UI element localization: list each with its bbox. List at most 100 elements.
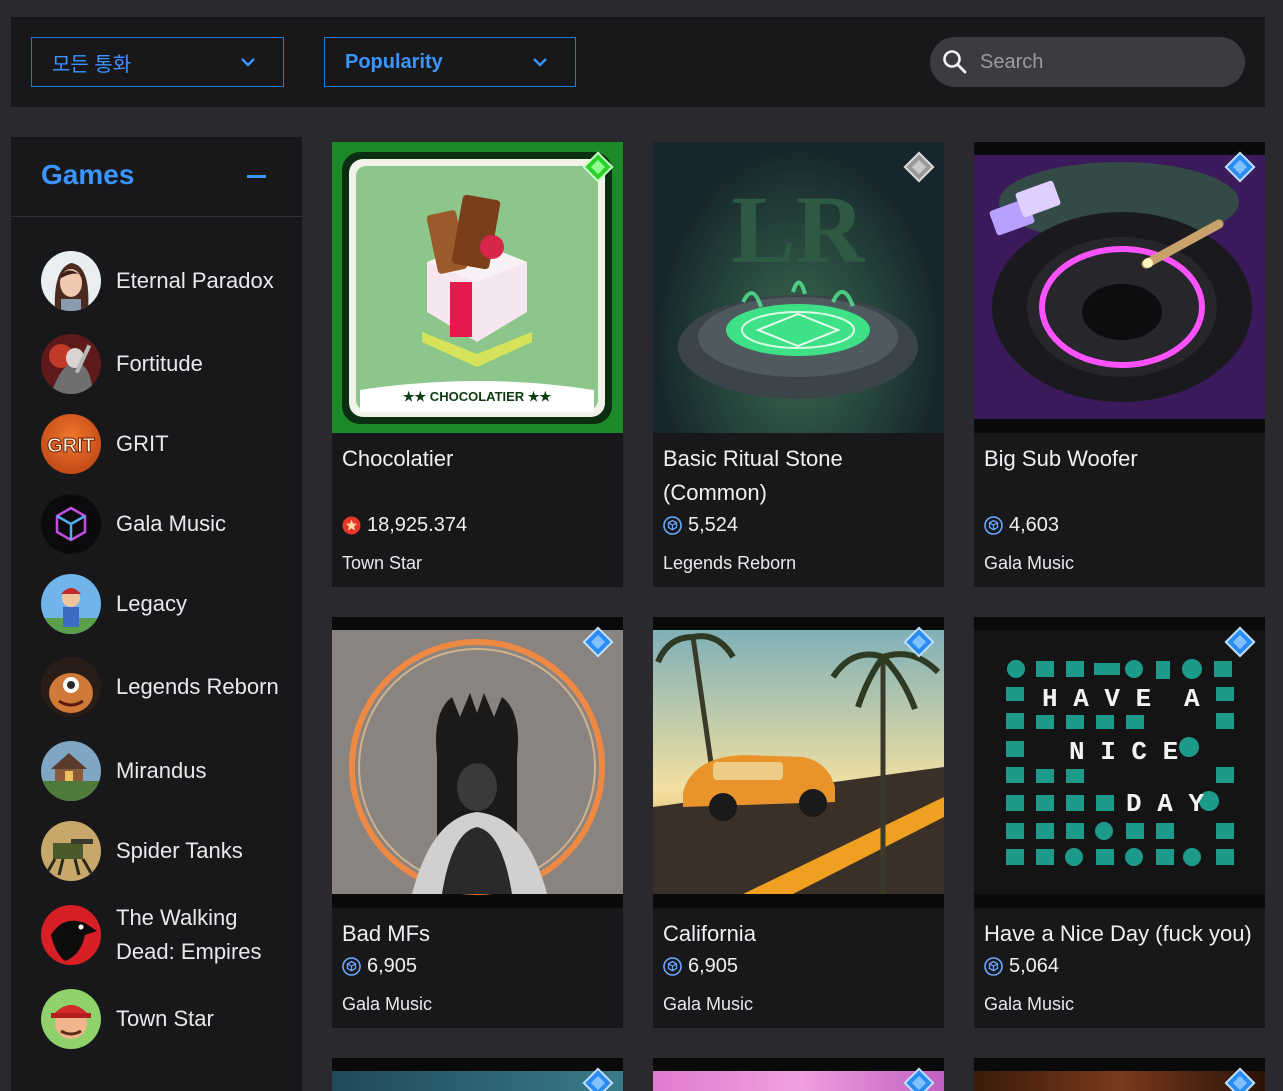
card-price: 18,925.374 — [342, 514, 467, 537]
chevron-down-icon — [241, 58, 255, 67]
card-price: 6,905 — [342, 955, 417, 978]
card-title: Bad MFs — [342, 921, 431, 946]
townstar-coin-icon — [342, 516, 361, 535]
bad-mfs-thumbnail — [332, 617, 623, 908]
rarity-gem-icon — [1224, 151, 1256, 183]
sidebar-item-label: Eternal Paradox — [116, 268, 274, 293]
gala-coin-icon — [984, 516, 1003, 535]
nft-card-row3-2[interactable] — [653, 1058, 944, 1091]
sidebar-item-label: Spider Tanks — [116, 838, 243, 863]
gala-music-avatar — [41, 494, 101, 554]
card-game-name: Gala Music — [342, 994, 433, 1014]
card-game-name: Gala Music — [984, 994, 1075, 1014]
gala-coin-icon — [663, 516, 682, 535]
currency-filter-select[interactable]: 모든 통화 — [31, 37, 284, 87]
sidebar-item-legacy[interactable]: Legacy — [11, 569, 302, 639]
gala-coin-icon — [663, 957, 682, 976]
have-a-nice-day-thumbnail: H A V E A N I C E D A Y — [974, 617, 1265, 908]
search-input[interactable] — [980, 50, 1220, 74]
chocolatier-banner-text: ★★ CHOCOLATIER ★★ — [403, 389, 552, 404]
sidebar-item-label: The Walking Dead: Empires — [116, 905, 262, 964]
rarity-gem-icon — [903, 1067, 935, 1091]
card-price: 5,524 — [663, 514, 738, 537]
sidebar-item-label: Fortitude — [116, 351, 203, 376]
rarity-gem-icon — [582, 151, 614, 183]
sidebar-item-label: Legends Reborn — [116, 674, 279, 699]
nft-card-row3-3[interactable] — [974, 1058, 1265, 1091]
eternal-paradox-avatar — [41, 251, 101, 311]
rarity-gem-icon — [582, 1067, 614, 1091]
search-box — [930, 37, 1245, 87]
sidebar-item-label: GRIT — [116, 431, 169, 456]
sort-filter-value: Popularity — [345, 50, 443, 73]
rarity-gem-icon — [1224, 1067, 1256, 1091]
sidebar-item-legends-reborn[interactable]: Legends Reborn — [11, 652, 302, 722]
currency-filter-value: 모든 통화 — [52, 53, 132, 76]
chevron-down-icon — [533, 58, 547, 67]
mirandus-avatar — [41, 741, 101, 801]
card-game-name: Legends Reborn — [663, 553, 797, 573]
sidebar-item-eternal-paradox[interactable]: Eternal Paradox — [11, 246, 302, 316]
filter-toolbar: 모든 통화 Popularity — [11, 17, 1265, 107]
california-thumbnail — [653, 617, 944, 908]
search-icon — [943, 50, 967, 74]
rarity-gem-icon — [903, 626, 935, 658]
walking-dead-empires-avatar — [41, 905, 101, 965]
sidebar-item-spider-tanks[interactable]: Spider Tanks — [11, 816, 302, 886]
card-price-value: 5,524 — [688, 514, 739, 536]
gala-coin-icon — [342, 957, 361, 976]
card-title: Chocolatier — [342, 446, 454, 471]
nft-card-row3-1[interactable] — [332, 1058, 623, 1091]
nft-card-chocolatier[interactable]: ★★ CHOCOLATIER ★★ Chocolatier 18,925.374… — [332, 142, 623, 587]
card-game-name: Town Star — [342, 553, 423, 573]
legends-reborn-avatar — [41, 657, 101, 717]
sidebar-item-town-star[interactable]: Town Star — [11, 984, 302, 1054]
sidebar-item-grit[interactable]: GRIT GRIT — [11, 409, 302, 479]
nft-card-california[interactable]: California 6,905 Gala Music — [653, 617, 944, 1028]
grit-avatar: GRIT — [41, 414, 101, 474]
art-text-nice: N I C E — [1069, 737, 1178, 767]
art-text-have: H A V E — [1042, 684, 1151, 714]
gala-coin-icon — [984, 957, 1003, 976]
card-game-name: Gala Music — [663, 994, 754, 1014]
card-thumbnail — [332, 1058, 623, 1091]
card-thumbnail — [974, 1058, 1265, 1091]
card-title: Have a Nice Day (fuck you) — [984, 921, 1252, 946]
games-sidebar: Games Eternal Paradox Fortitude GRIT GRI… — [11, 137, 302, 1091]
art-text-day: D A Y — [1126, 789, 1204, 819]
card-title: Big Sub Woofer — [984, 446, 1138, 471]
nft-card-big-sub-woofer[interactable]: Big Sub Woofer 4,603 Gala Music — [974, 142, 1265, 587]
card-game-name: Gala Music — [984, 553, 1075, 573]
nft-card-bad-mfs[interactable]: Bad MFs 6,905 Gala Music — [332, 617, 623, 1028]
games-section-title: Games — [41, 159, 135, 190]
card-price-value: 4,603 — [1009, 514, 1060, 536]
sidebar-item-gala-music[interactable]: Gala Music — [11, 489, 302, 559]
sort-filter-select[interactable]: Popularity — [324, 37, 576, 87]
nft-card-have-a-nice-day[interactable]: H A V E A N I C E D A Y Have a Nice Day … — [974, 617, 1265, 1028]
card-price-value: 6,905 — [688, 955, 739, 977]
art-text-a: A — [1184, 684, 1200, 714]
sidebar-item-mirandus[interactable]: Mirandus — [11, 736, 302, 806]
nft-card-basic-ritual-stone[interactable]: LR Basic Ritual Stone (Common) 5,524 Leg… — [653, 142, 944, 587]
card-price-value: 6,905 — [367, 955, 418, 977]
sidebar-item-fortitude[interactable]: Fortitude — [11, 329, 302, 399]
card-price: 6,905 — [663, 955, 738, 978]
fortitude-avatar — [41, 334, 101, 394]
sidebar-item-the-walking-dead-empires[interactable]: The Walking Dead: Empires — [11, 900, 302, 970]
basic-ritual-stone-thumbnail: LR — [653, 142, 944, 433]
town-star-avatar — [41, 989, 101, 1049]
legacy-avatar — [41, 574, 101, 634]
legends-reborn-logo-text: LR — [731, 176, 866, 283]
collapse-minus-icon[interactable] — [247, 175, 266, 178]
card-price-value: 5,064 — [1009, 955, 1060, 977]
big-sub-woofer-thumbnail — [974, 142, 1265, 433]
spider-tanks-avatar — [41, 821, 101, 881]
chocolatier-thumbnail: ★★ CHOCOLATIER ★★ — [332, 142, 623, 433]
sidebar-item-label: Mirandus — [116, 758, 207, 783]
games-section-header: Games — [11, 137, 302, 217]
card-price: 5,064 — [984, 955, 1059, 978]
card-price-value: 18,925.374 — [367, 514, 468, 536]
card-thumbnail — [653, 1058, 944, 1091]
card-price: 4,603 — [984, 514, 1059, 537]
rarity-gem-icon — [582, 626, 614, 658]
